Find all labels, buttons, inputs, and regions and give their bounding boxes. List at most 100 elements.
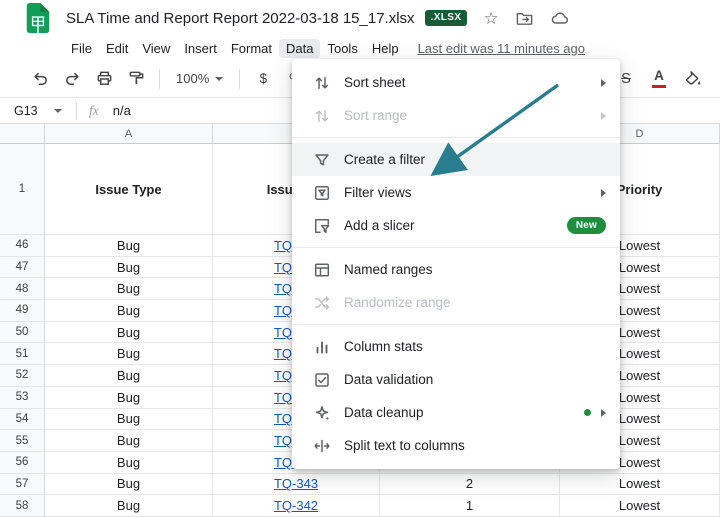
menu-divider <box>292 137 620 138</box>
cell-priority[interactable]: Lowest <box>560 474 720 496</box>
row-number[interactable]: 52 <box>0 365 45 387</box>
fill-color-button[interactable] <box>678 66 706 92</box>
cell-value[interactable]: 2 <box>380 474 560 496</box>
menu-divider <box>292 324 620 325</box>
chevron-down-icon <box>215 77 223 81</box>
name-box[interactable]: G13 <box>0 104 76 118</box>
menu-tools[interactable]: Tools <box>320 39 364 58</box>
select-all-corner[interactable] <box>0 124 45 144</box>
menu-item-trailing <box>601 79 606 87</box>
menu-help[interactable]: Help <box>365 39 406 58</box>
shuffle-icon <box>312 294 332 312</box>
menu-item-randomize-range[interactable]: Randomize range <box>292 286 620 319</box>
cloud-save-status-icon[interactable] <box>550 8 570 28</box>
menu-item-named-ranges[interactable]: Named ranges <box>292 253 620 286</box>
row-number[interactable]: 48 <box>0 278 45 300</box>
sheets-logo-icon[interactable] <box>26 3 50 33</box>
menu-item-data-cleanup[interactable]: Data cleanup <box>292 396 620 429</box>
menu-item-data-validation[interactable]: Data validation <box>292 363 620 396</box>
menu-item-split-text-to-columns[interactable]: Split text to columns <box>292 429 620 462</box>
row-number[interactable]: 54 <box>0 409 45 431</box>
row-number[interactable]: 47 <box>0 257 45 279</box>
cell-issue-key[interactable]: TQ-343 <box>213 474 380 496</box>
row-number[interactable]: 58 <box>0 495 45 517</box>
zoom-select[interactable]: 100% <box>169 71 230 86</box>
split-columns-icon <box>312 437 332 455</box>
formula-input[interactable]: n/a <box>113 103 131 118</box>
menu-file[interactable]: File <box>64 39 99 58</box>
row-number[interactable]: 50 <box>0 322 45 344</box>
menu-item-label: Add a slicer <box>344 218 415 233</box>
star-icon[interactable]: ☆ <box>483 10 498 27</box>
cell-issue-type[interactable]: Bug <box>45 474 213 496</box>
cell-issue-type[interactable]: Bug <box>45 278 213 300</box>
issue-link[interactable]: TQ-342 <box>274 498 318 513</box>
cell-issue-type[interactable]: Bug <box>45 430 213 452</box>
menu-item-sort-sheet[interactable]: Sort sheet <box>292 66 620 99</box>
new-badge: New <box>567 217 606 234</box>
cell-issue-type[interactable]: Bug <box>45 365 213 387</box>
menu-item-label: Randomize range <box>344 295 451 310</box>
green-dot-indicator <box>584 409 591 416</box>
cell-issue-type[interactable]: Bug <box>45 343 213 365</box>
google-sheets-window: SLA Time and Report Report 2022-03-18 15… <box>0 0 720 517</box>
row-number[interactable]: 55 <box>0 430 45 452</box>
column-stats-icon <box>312 338 332 356</box>
menu-format[interactable]: Format <box>224 39 279 58</box>
menu-item-sort-range[interactable]: Sort range <box>292 99 620 132</box>
sparkle-icon <box>312 404 332 422</box>
toolbar-separator <box>239 69 240 89</box>
cell-issue-type[interactable]: Bug <box>45 235 213 257</box>
column-header-a[interactable]: A <box>45 124 213 144</box>
text-color-button[interactable]: A <box>652 69 666 88</box>
submenu-arrow-icon <box>601 112 606 120</box>
menu-data[interactable]: Data <box>279 39 320 58</box>
xlsx-format-badge: .XLSX <box>425 10 468 26</box>
menu-item-label: Data cleanup <box>344 405 424 420</box>
table-icon <box>312 261 332 279</box>
menu-item-label: Sort sheet <box>344 75 406 90</box>
cell-issue-type[interactable]: Bug <box>45 387 213 409</box>
cell-reference: G13 <box>14 104 38 118</box>
sort-range-icon <box>312 107 332 125</box>
cell-value[interactable]: 1 <box>380 495 560 517</box>
cell-issue-type[interactable]: Bug <box>45 495 213 517</box>
menu-view[interactable]: View <box>135 39 177 58</box>
header-cell-issue-type[interactable]: Issue Type <box>45 144 213 235</box>
menu-item-trailing <box>601 112 606 120</box>
issue-link[interactable]: TQ-343 <box>274 476 318 491</box>
submenu-arrow-icon <box>601 409 606 417</box>
paint-format-button[interactable] <box>122 66 150 92</box>
row-number[interactable]: 46 <box>0 235 45 257</box>
cell-issue-type[interactable]: Bug <box>45 409 213 431</box>
document-title[interactable]: SLA Time and Report Report 2022-03-18 15… <box>66 10 415 27</box>
move-to-folder-icon[interactable] <box>515 9 534 28</box>
menu-item-add-a-slicer[interactable]: Add a slicer New <box>292 209 620 242</box>
menu-insert[interactable]: Insert <box>177 39 224 58</box>
cell-issue-type[interactable]: Bug <box>45 322 213 344</box>
redo-button[interactable] <box>58 66 86 92</box>
sheet-row: 57Bug TQ-343 2Lowest <box>0 474 720 496</box>
filter-views-icon <box>312 184 332 202</box>
row-number[interactable]: 57 <box>0 474 45 496</box>
text-color-bar <box>652 85 666 88</box>
menu-item-create-a-filter[interactable]: Create a filter <box>292 143 620 176</box>
cell-priority[interactable]: Lowest <box>560 495 720 517</box>
undo-button[interactable] <box>26 66 54 92</box>
cell-issue-key[interactable]: TQ-342 <box>213 495 380 517</box>
row-number[interactable]: 1 <box>0 144 45 235</box>
row-number[interactable]: 49 <box>0 300 45 322</box>
cell-issue-type[interactable]: Bug <box>45 452 213 474</box>
format-currency-button[interactable]: $ <box>249 66 277 92</box>
row-number[interactable]: 51 <box>0 343 45 365</box>
menu-item-filter-views[interactable]: Filter views <box>292 176 620 209</box>
row-number[interactable]: 56 <box>0 452 45 474</box>
toolbar-separator <box>159 69 160 89</box>
menu-item-column-stats[interactable]: Column stats <box>292 330 620 363</box>
cell-issue-type[interactable]: Bug <box>45 300 213 322</box>
row-number[interactable]: 53 <box>0 387 45 409</box>
last-edit-link[interactable]: Last edit was 11 minutes ago <box>418 41 585 56</box>
print-button[interactable] <box>90 66 118 92</box>
menu-edit[interactable]: Edit <box>99 39 135 58</box>
cell-issue-type[interactable]: Bug <box>45 257 213 279</box>
